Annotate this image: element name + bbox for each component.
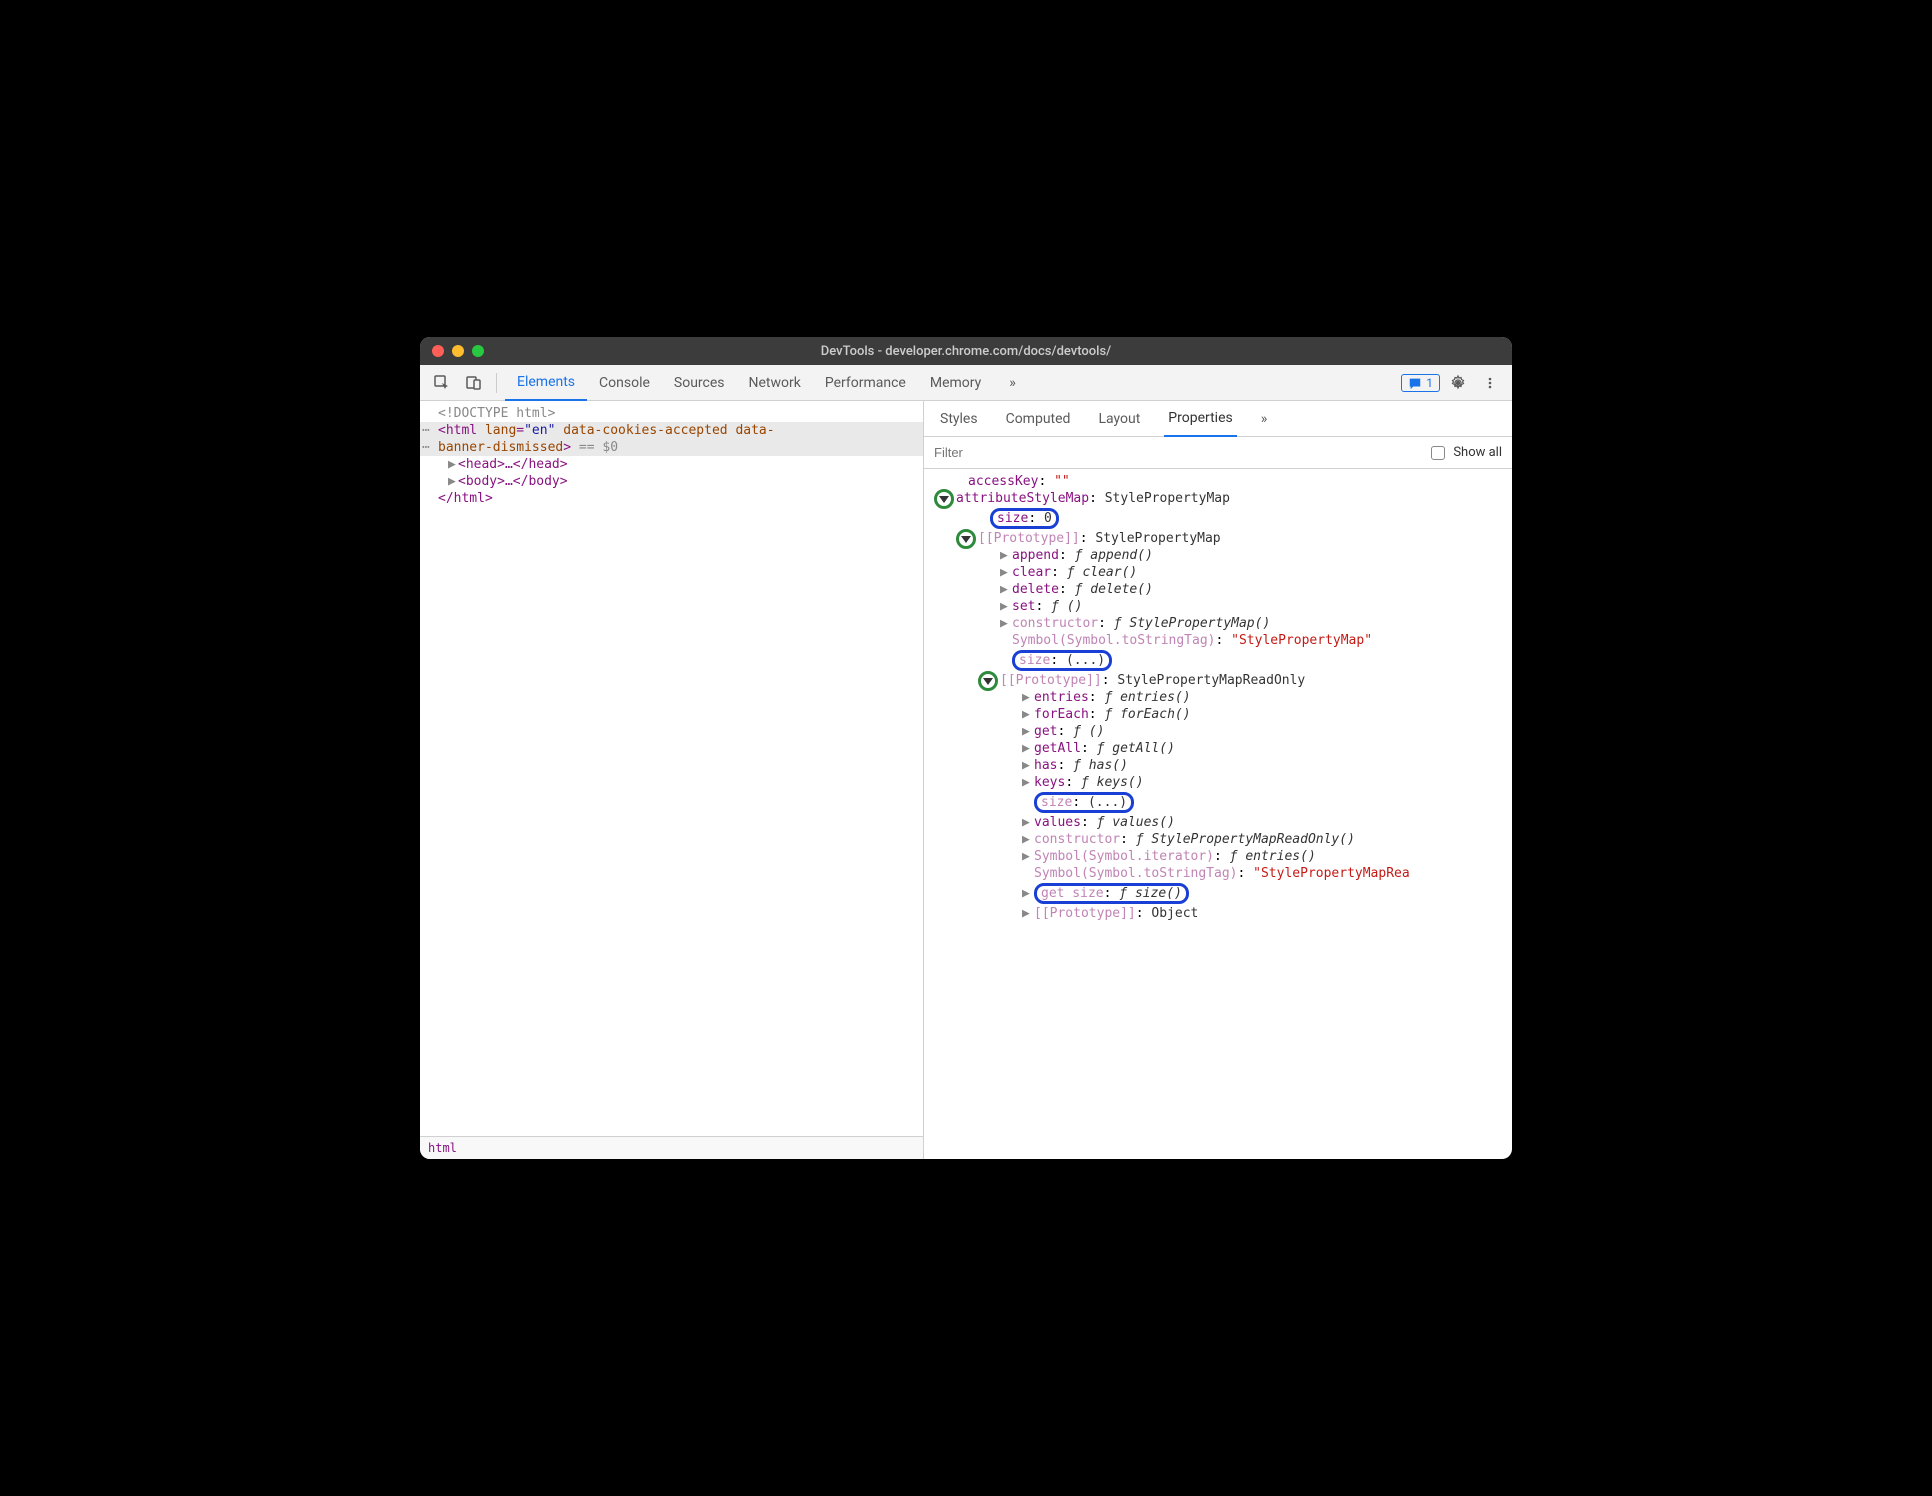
property-row[interactable]: ▶keys: ƒ keys() <box>928 774 1508 791</box>
property-row[interactable]: Symbol(Symbol.toStringTag): "StyleProper… <box>928 865 1508 882</box>
property-row[interactable]: ▶getAll: ƒ getAll() <box>928 740 1508 757</box>
property-row[interactable]: ▶values: ƒ values() <box>928 814 1508 831</box>
tab-memory[interactable]: Memory <box>918 365 993 401</box>
filter-input[interactable] <box>934 445 1423 460</box>
property-row[interactable]: ▶forEach: ƒ forEach() <box>928 706 1508 723</box>
properties-list[interactable]: accessKey: ""attributeStyleMap: StylePro… <box>924 469 1512 1159</box>
show-all-checkbox[interactable] <box>1431 446 1445 460</box>
tab-network[interactable]: Network <box>737 365 813 401</box>
property-row[interactable]: attributeStyleMap: StylePropertyMap <box>928 490 1508 507</box>
issues-count: 1 <box>1426 376 1433 390</box>
sidebar-tab-computed[interactable]: Computed <box>1002 401 1075 437</box>
dom-doctype[interactable]: <!DOCTYPE html> <box>420 405 923 422</box>
dom-tree[interactable]: <!DOCTYPE html> <html lang="en" data-coo… <box>420 401 923 1136</box>
toolbar-divider <box>496 373 497 393</box>
property-row[interactable]: ▶constructor: ƒ StylePropertyMapReadOnly… <box>928 831 1508 848</box>
property-row[interactable]: ▶constructor: ƒ StylePropertyMap() <box>928 615 1508 632</box>
property-row[interactable]: Symbol(Symbol.toStringTag): "StyleProper… <box>928 632 1508 649</box>
property-row[interactable]: size: 0 <box>928 507 1508 530</box>
property-row[interactable]: ▶[[Prototype]]: Object <box>928 905 1508 922</box>
property-row[interactable]: size: (...) <box>928 791 1508 814</box>
show-all-label: Show all <box>1453 445 1502 460</box>
property-row[interactable]: ▶set: ƒ () <box>928 598 1508 615</box>
dom-html-close[interactable]: </html> <box>420 490 923 507</box>
traffic-lights <box>432 345 484 357</box>
sidebar-tab-styles[interactable]: Styles <box>936 401 982 437</box>
sidebar-pane: Styles Computed Layout Properties » Show al… <box>924 401 1512 1159</box>
inspect-icon[interactable] <box>428 369 456 397</box>
filter-row: Show all <box>924 437 1512 469</box>
more-menu-icon[interactable] <box>1476 369 1504 397</box>
property-row[interactable]: [[Prototype]]: StylePropertyMap <box>928 530 1508 547</box>
main-tabs: ElementsConsoleSourcesNetworkPerformance… <box>505 365 993 401</box>
maximize-button[interactable] <box>472 345 484 357</box>
device-toggle-icon[interactable] <box>460 369 488 397</box>
breadcrumb[interactable]: html <box>420 1136 923 1159</box>
issues-badge[interactable]: 1 <box>1401 374 1440 392</box>
property-row[interactable]: ▶clear: ƒ clear() <box>928 564 1508 581</box>
property-row[interactable]: size: (...) <box>928 649 1508 672</box>
minimize-button[interactable] <box>452 345 464 357</box>
property-row[interactable]: ▶entries: ƒ entries() <box>928 689 1508 706</box>
dom-html-open-cont[interactable]: banner-dismissed> == $0 <box>420 439 923 456</box>
dom-html-open[interactable]: <html lang="en" data-cookies-accepted da… <box>420 422 923 439</box>
elements-pane: <!DOCTYPE html> <html lang="en" data-coo… <box>420 401 924 1159</box>
tab-elements[interactable]: Elements <box>505 365 587 401</box>
dom-body[interactable]: ▶<body>…</body> <box>420 473 923 490</box>
devtools-window: DevTools - developer.chrome.com/docs/dev… <box>420 337 1512 1159</box>
property-row[interactable]: ▶Symbol(Symbol.iterator): ƒ entries() <box>928 848 1508 865</box>
dom-head[interactable]: ▶<head>…</head> <box>420 456 923 473</box>
sidebar-tab-layout[interactable]: Layout <box>1094 401 1144 437</box>
property-row[interactable]: ▶has: ƒ has() <box>928 757 1508 774</box>
property-row[interactable]: ▶delete: ƒ delete() <box>928 581 1508 598</box>
tab-console[interactable]: Console <box>587 365 662 401</box>
property-row[interactable]: accessKey: "" <box>928 473 1508 490</box>
main-toolbar: ElementsConsoleSourcesNetworkPerformance… <box>420 365 1512 401</box>
property-row[interactable]: ▶get: ƒ () <box>928 723 1508 740</box>
sidebar-tab-properties[interactable]: Properties <box>1164 401 1236 437</box>
property-row[interactable]: [[Prototype]]: StylePropertyMapReadOnly <box>928 672 1508 689</box>
sidebar-tabs: Styles Computed Layout Properties » <box>924 401 1512 437</box>
tab-sources[interactable]: Sources <box>662 365 737 401</box>
sidebar-tab-more[interactable]: » <box>1257 401 1272 437</box>
main-content: <!DOCTYPE html> <html lang="en" data-coo… <box>420 401 1512 1159</box>
property-row[interactable]: ▶append: ƒ append() <box>928 547 1508 564</box>
property-row[interactable]: ▶get size: ƒ size() <box>928 882 1508 905</box>
tab-performance[interactable]: Performance <box>813 365 918 401</box>
titlebar: DevTools - developer.chrome.com/docs/dev… <box>420 337 1512 365</box>
tab-more[interactable]: » <box>997 365 1028 401</box>
close-button[interactable] <box>432 345 444 357</box>
window-title: DevTools - developer.chrome.com/docs/dev… <box>420 344 1512 359</box>
settings-icon[interactable] <box>1444 369 1472 397</box>
